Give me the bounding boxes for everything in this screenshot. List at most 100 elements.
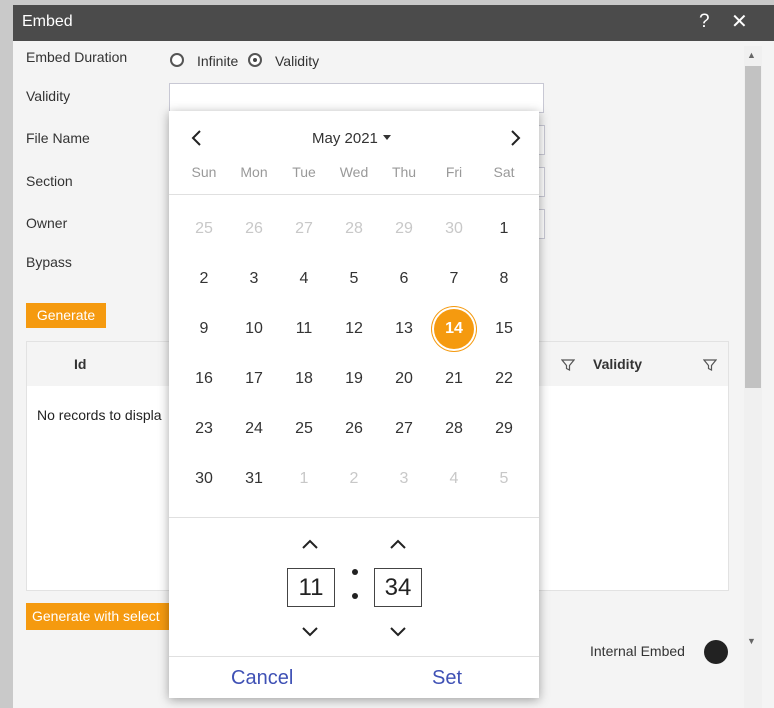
weekday-label: Sat [493, 164, 515, 180]
calendar-day[interactable]: 30 [179, 454, 229, 504]
minute-field[interactable]: 34 [374, 568, 422, 607]
hour-field[interactable]: 11 [287, 568, 335, 607]
dialog-title: Embed [22, 13, 73, 30]
validity-input[interactable] [169, 83, 544, 113]
calendar-day-label: 26 [245, 220, 263, 237]
calendar-day[interactable]: 29 [479, 404, 529, 454]
divider [169, 517, 539, 518]
calendar-day[interactable]: 22 [479, 354, 529, 404]
set-button[interactable]: Set [432, 667, 462, 690]
calendar-day[interactable]: 19 [329, 354, 379, 404]
column-validity[interactable]: Validity [593, 356, 642, 372]
embed-duration-label: Embed Duration [26, 49, 128, 65]
calendar-day-label: 31 [245, 470, 263, 487]
filter-icon[interactable] [561, 358, 575, 372]
calendar-day-label: 3 [249, 270, 259, 287]
calendar-day-label: 25 [295, 420, 313, 437]
calendar-day[interactable]: 15 [479, 304, 529, 354]
dialog-scrollbar[interactable]: ▲ ▼ [744, 46, 762, 708]
hour-increment-chevron-up-icon[interactable] [300, 537, 320, 551]
chevron-left-icon[interactable] [187, 128, 207, 148]
calendar-day-outside-month[interactable]: 28 [329, 204, 379, 254]
calendar-day[interactable]: 18 [279, 354, 329, 404]
weekday-label: Tue [292, 164, 316, 180]
calendar-day[interactable]: 11 [279, 304, 329, 354]
calendar-day-outside-month[interactable]: 26 [229, 204, 279, 254]
calendar-day[interactable]: 6 [379, 254, 429, 304]
section-label: Section [26, 173, 73, 189]
calendar-day[interactable]: 20 [379, 354, 429, 404]
calendar-day-label: 11 [295, 320, 313, 337]
calendar-day[interactable]: 31 [229, 454, 279, 504]
month-year-selector[interactable]: May 2021 [312, 130, 391, 147]
time-separator [352, 569, 358, 617]
calendar-day[interactable]: 9 [179, 304, 229, 354]
calendar-day-selected[interactable]: 14 [429, 304, 479, 354]
calendar-day[interactable]: 24 [229, 404, 279, 454]
radio-validity-label[interactable]: Validity [275, 53, 319, 69]
calendar-day[interactable]: 26 [329, 404, 379, 454]
calendar-day[interactable]: 1 [479, 204, 529, 254]
calendar-day[interactable]: 7 [429, 254, 479, 304]
calendar-day[interactable]: 8 [479, 254, 529, 304]
close-icon[interactable]: ✕ [731, 9, 748, 34]
scroll-up-icon[interactable]: ▲ [747, 50, 756, 60]
scroll-down-icon[interactable]: ▼ [747, 636, 756, 646]
calendar-day-outside-month[interactable]: 30 [429, 204, 479, 254]
calendar-day-label: 14 [434, 309, 474, 349]
calendar-day[interactable]: 2 [179, 254, 229, 304]
caret-down-icon [382, 134, 391, 140]
embed-icon[interactable] [704, 640, 728, 664]
calendar-day-outside-month[interactable]: 1 [279, 454, 329, 504]
generate-with-selected-button[interactable]: Generate with select [26, 603, 186, 630]
minute-decrement-chevron-down-icon[interactable] [388, 625, 408, 639]
chevron-right-icon[interactable] [505, 128, 525, 148]
calendar-day[interactable]: 10 [229, 304, 279, 354]
calendar-day[interactable]: 13 [379, 304, 429, 354]
help-icon[interactable]: ? [699, 11, 710, 33]
calendar-day-outside-month[interactable]: 5 [479, 454, 529, 504]
calendar-day[interactable]: 27 [379, 404, 429, 454]
calendar-day-outside-month[interactable]: 2 [329, 454, 379, 504]
calendar-day-label: 4 [449, 470, 459, 487]
weekday-label: Wed [339, 164, 369, 180]
calendar-day[interactable]: 3 [229, 254, 279, 304]
calendar-day[interactable]: 25 [279, 404, 329, 454]
calendar-day[interactable]: 21 [429, 354, 479, 404]
filter-icon[interactable] [703, 358, 717, 372]
calendar-day-label: 5 [349, 270, 359, 287]
datetime-picker: May 2021 Sun Mon Tue Wed Thu Fri Sat 25 26 27 28 2… [169, 111, 539, 698]
calendar-day-label: 27 [395, 420, 413, 437]
minute-increment-chevron-up-icon[interactable] [388, 537, 408, 551]
calendar-day-label: 17 [245, 370, 263, 387]
calendar-day-label: 6 [399, 270, 409, 287]
calendar-day[interactable]: 23 [179, 404, 229, 454]
calendar-day-label: 28 [345, 220, 363, 237]
radio-validity[interactable] [248, 53, 262, 67]
generate-button[interactable]: Generate [26, 303, 106, 328]
column-id[interactable]: Id [74, 356, 86, 372]
radio-infinite-label[interactable]: Infinite [197, 53, 238, 69]
calendar-day-label: 5 [499, 470, 509, 487]
calendar-day[interactable]: 17 [229, 354, 279, 404]
hour-decrement-chevron-down-icon[interactable] [300, 625, 320, 639]
calendar-day-outside-month[interactable]: 3 [379, 454, 429, 504]
calendar-day-label: 3 [399, 470, 409, 487]
weekday-label: Fri [445, 164, 463, 180]
calendar-day[interactable]: 28 [429, 404, 479, 454]
calendar-day-label: 30 [195, 470, 213, 487]
cancel-button[interactable]: Cancel [231, 667, 293, 690]
calendar-day-outside-month[interactable]: 27 [279, 204, 329, 254]
calendar-day-label: 2 [199, 270, 209, 287]
calendar-day[interactable]: 5 [329, 254, 379, 304]
calendar-day-outside-month[interactable]: 25 [179, 204, 229, 254]
calendar-day[interactable]: 12 [329, 304, 379, 354]
calendar-day-label: 9 [199, 320, 209, 337]
scrollbar-thumb[interactable] [745, 66, 761, 388]
divider [169, 656, 539, 657]
calendar-day-outside-month[interactable]: 29 [379, 204, 429, 254]
calendar-day-outside-month[interactable]: 4 [429, 454, 479, 504]
calendar-day[interactable]: 4 [279, 254, 329, 304]
radio-infinite[interactable] [170, 53, 184, 67]
calendar-day[interactable]: 16 [179, 354, 229, 404]
